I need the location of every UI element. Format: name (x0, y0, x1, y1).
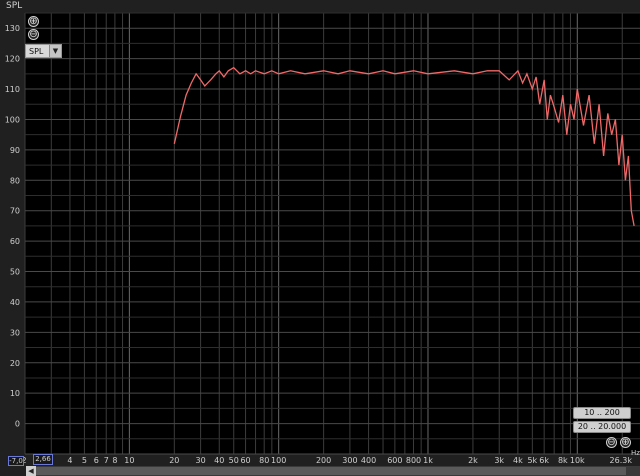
x-tick-label: 4k (513, 456, 523, 465)
y-tick-label: 120 (5, 55, 20, 64)
y-tick-label: 20 (10, 359, 20, 368)
y-tick-label: 100 (5, 115, 20, 124)
y-tick-label: 40 (10, 298, 20, 307)
x-tick-label: 60 (240, 456, 250, 465)
y-tick-label: 70 (10, 207, 20, 216)
y-tick-label: 130 (5, 24, 20, 33)
range-20-20000-button[interactable]: 20 .. 20.000 (573, 421, 631, 433)
x-tick-label: 600 (387, 456, 402, 465)
x-tick-label: 6 (94, 456, 99, 465)
x-tick-label: 80 (259, 456, 269, 465)
x-tick-label: 4 (67, 456, 72, 465)
x-tick-label: 26.3k (610, 456, 633, 465)
x-tick-label: 8k (558, 456, 568, 465)
scroll-left-icon[interactable]: ◀ (26, 466, 36, 476)
frequency-response-chart[interactable]: 13012011010090807060504030201002 4 5 6 7 8 10 2… (0, 0, 640, 476)
plot-background (25, 13, 640, 454)
x-tick-label: 10 (124, 456, 134, 465)
measurement-select-value: SPL (29, 47, 44, 56)
x-tick-label: 30 (196, 456, 206, 465)
x-tick-label: 300 (342, 456, 357, 465)
x-tick-label: 400 (361, 456, 376, 465)
y-tick-label: 50 (10, 268, 20, 277)
y-tick-label: 0 (15, 420, 20, 429)
x-tick-label: 7 (104, 456, 109, 465)
y-tick-label: 90 (10, 146, 20, 155)
x-zoom-in-icon[interactable]: ⊕ (620, 437, 631, 448)
chevron-down-icon[interactable]: ▼ (49, 45, 61, 57)
horizontal-scrollbar[interactable]: ◀ (26, 466, 640, 476)
zoom-in-icon[interactable]: ⊕ (28, 16, 39, 27)
x-tick-label: 20 (169, 456, 179, 465)
y-tick-label: 30 (10, 328, 20, 337)
x-tick-label: 2k (468, 456, 478, 465)
y-tick-label: 60 (10, 237, 20, 246)
x-tick-label: 200 (316, 456, 331, 465)
spl-panel: SPL 130 120 110 100 90 80 70 60 50 40 30 20 10 0 2 4 5 6 7… (0, 0, 640, 476)
scroll-thumb[interactable] (36, 467, 626, 475)
zoom-out-icon[interactable]: ⊖ (28, 29, 39, 40)
x-tick-label: 40 (214, 456, 224, 465)
y-tick-label: 110 (5, 85, 20, 94)
x-tick-label: 800 (406, 456, 421, 465)
range-10-200-button[interactable]: 10 .. 200 (573, 407, 631, 419)
x-unit-label: Hz (631, 449, 640, 457)
x-tick-label: 1k (423, 456, 433, 465)
x-tick-label: 3k (494, 456, 504, 465)
x-readout[interactable]: 2,66 (33, 454, 53, 465)
x-tick-label: 100 (271, 456, 286, 465)
y-tick-label: 80 (10, 176, 20, 185)
x-tick-label: 8 (112, 456, 117, 465)
x-tick-label: 6k (539, 456, 549, 465)
x-tick-label: 50 (229, 456, 239, 465)
x-tick-label: 5k (527, 456, 537, 465)
x-tick-label: 10k (570, 456, 585, 465)
x-tick-label: 5 (82, 456, 87, 465)
y-tick-label: 10 (10, 389, 20, 398)
y-readout[interactable]: -7,0 (8, 456, 24, 466)
measurement-select[interactable]: SPL ▼ (25, 44, 62, 58)
x-zoom-out-icon[interactable]: ⊖ (606, 437, 617, 448)
